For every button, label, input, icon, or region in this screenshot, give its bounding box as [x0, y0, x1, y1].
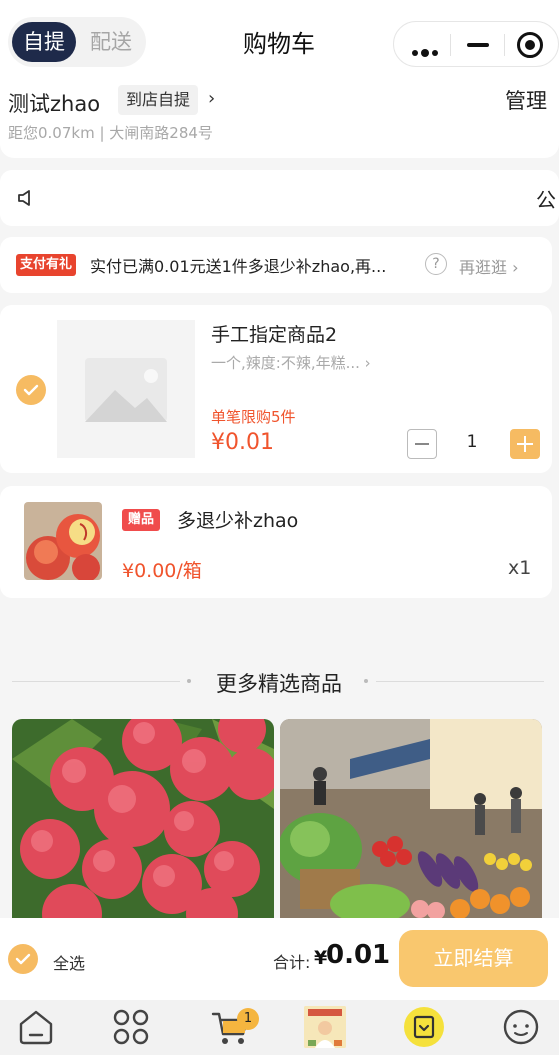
- gift-name: 多退少补zhao: [177, 510, 299, 532]
- product-price: ¥0.01: [211, 430, 274, 455]
- product-image-placeholder[interactable]: [57, 320, 195, 458]
- promo-tag: 支付有礼: [16, 254, 77, 276]
- total-amount: 0.01: [326, 940, 391, 970]
- mode-delivery-tab[interactable]: 配送: [80, 22, 142, 62]
- checkmark-icon: [15, 953, 31, 965]
- promo-text: 实付已满0.01元送1件多退少补zhao,再...: [90, 257, 387, 276]
- gift-product-image: [24, 502, 102, 580]
- peach-image: [24, 502, 102, 580]
- promo-thumbnail[interactable]: [304, 1006, 346, 1048]
- product-name[interactable]: 手工指定商品2: [211, 320, 337, 347]
- notice-bar[interactable]: 公: [0, 170, 559, 226]
- category-icon[interactable]: [110, 1006, 152, 1048]
- home-icon[interactable]: [15, 1006, 57, 1048]
- product-card-lychee[interactable]: [12, 719, 274, 919]
- delivery-mode-switch: 自提 配送: [8, 17, 146, 67]
- gift-quantity: x1: [508, 557, 532, 579]
- item-checkbox[interactable]: [16, 375, 46, 405]
- header: 自提 配送 购物车: [0, 0, 559, 80]
- notice-text: 公: [536, 188, 556, 212]
- mode-pickup-tab[interactable]: 自提: [12, 22, 76, 62]
- more-options-icon[interactable]: [412, 42, 441, 61]
- order-icon[interactable]: [403, 1006, 445, 1048]
- image-placeholder-icon: [85, 358, 167, 422]
- product-spec[interactable]: 一个,辣度:不辣,年糕... ›: [211, 352, 401, 373]
- promo-poster-image: [304, 1006, 346, 1048]
- capsule-divider: [504, 34, 505, 56]
- store-address: 距您0.07km | 大闸南路284号: [8, 124, 213, 142]
- store-info: 测试zhao 到店自提 › 管理 距您0.07km | 大闸南路284号: [0, 80, 559, 158]
- close-miniprogram-icon[interactable]: [517, 32, 543, 58]
- divider-line: [12, 681, 180, 682]
- market-image: [280, 719, 542, 919]
- increase-quantity-button[interactable]: [510, 429, 540, 459]
- bottom-tab-bar: [0, 1000, 559, 1055]
- chevron-right-icon[interactable]: ›: [208, 88, 215, 109]
- decrease-quantity-button[interactable]: [407, 429, 437, 459]
- gift-price: ¥0.00/箱: [122, 560, 202, 582]
- select-all-checkbox[interactable]: [8, 944, 38, 974]
- more-products-title: 更多精选商品: [216, 672, 342, 696]
- minimize-icon[interactable]: [467, 43, 489, 47]
- product-card-vegetables[interactable]: [280, 719, 542, 919]
- page-title: 购物车: [243, 30, 315, 58]
- promo-bar: 支付有礼 实付已满0.01元送1件多退少补zhao,再... ? 再逛逛 ›: [0, 237, 552, 293]
- quantity-value[interactable]: 1: [462, 432, 482, 452]
- profile-icon[interactable]: [500, 1006, 542, 1048]
- speaker-icon: [18, 190, 30, 206]
- checkmark-icon: [23, 384, 39, 396]
- divider-line: [376, 681, 544, 682]
- continue-shopping-link[interactable]: 再逛逛 ›: [459, 254, 519, 278]
- checkout-button[interactable]: 立即结算: [399, 930, 548, 987]
- manage-button[interactable]: 管理: [505, 85, 547, 115]
- capsule-divider: [450, 34, 451, 56]
- total-label: 合计:: [273, 953, 311, 972]
- divider-dot: [364, 679, 368, 683]
- select-all-label[interactable]: 全选: [53, 950, 85, 974]
- gift-tag: 赠品: [122, 509, 161, 531]
- pickup-tag[interactable]: 到店自提: [118, 85, 199, 115]
- miniprogram-capsule: [393, 21, 559, 67]
- store-name[interactable]: 测试zhao: [8, 88, 100, 118]
- purchase-limit: 单笔限购5件: [211, 408, 296, 426]
- lychee-image: [12, 719, 274, 919]
- cart-count-badge: 1: [237, 1008, 259, 1030]
- help-icon[interactable]: ?: [425, 253, 447, 275]
